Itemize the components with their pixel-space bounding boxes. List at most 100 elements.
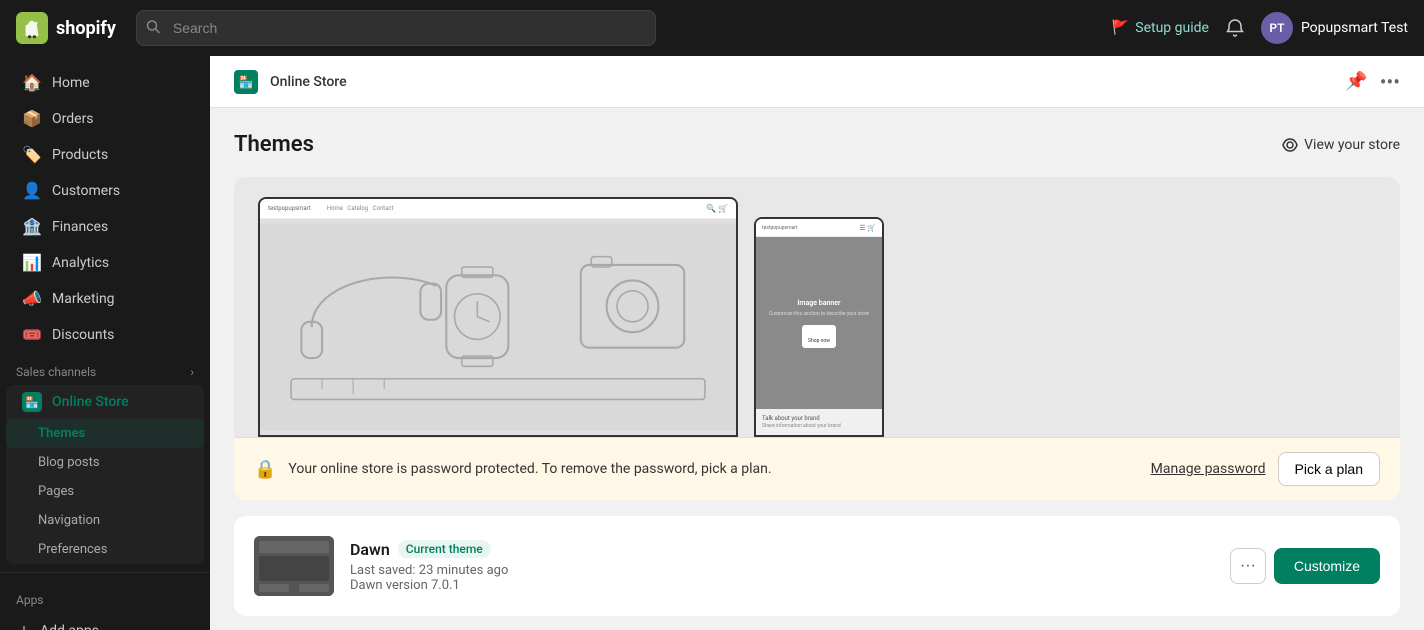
sidebar-item-preferences[interactable]: Preferences [6,535,204,564]
pick-plan-button[interactable]: Pick a plan [1278,452,1380,486]
online-store-nav-icon: 🏪 [234,70,258,94]
sidebar-item-label: Discounts [52,327,114,343]
sidebar-item-marketing[interactable]: 📣 Marketing [6,281,204,316]
theme-preview-card: testpopupsmart Home Catalog Contact 🔍 🛒 [234,177,1400,500]
preview-store-name: testpopupsmart [268,205,311,212]
manage-password-link[interactable]: Manage password [1151,461,1266,477]
logo[interactable]: shopify [16,12,116,44]
apps-section: Apps ＋ Add apps [0,572,210,630]
theme-version: Dawn version 7.0.1 [350,578,1214,593]
user-name: Popupsmart Test [1301,20,1408,36]
themes-label: Themes [38,426,85,441]
secondary-nav-actions: 📌 ••• [1345,70,1400,94]
mobile-shop-now-btn: Shop now [802,325,836,348]
analytics-icon: 📊 [22,253,42,272]
preferences-label: Preferences [38,542,107,557]
desktop-preview: testpopupsmart Home Catalog Contact 🔍 🛒 [258,197,738,437]
pin-icon[interactable]: 📌 [1345,71,1367,92]
secondary-navigation: 🏪 Online Store 📌 ••• [210,56,1424,108]
mobile-banner-title: Image banner [797,299,840,307]
setup-guide-button[interactable]: 🚩 Setup guide [1112,20,1209,36]
online-store-submenu: 🏪 Online Store Themes Blog posts Pages N… [6,385,204,564]
sidebar-item-products[interactable]: 🏷️ Products [6,137,204,172]
theme-actions: ··· Customize [1230,548,1380,584]
content-area: 🏪 Online Store 📌 ••• Themes View your st… [210,56,1424,630]
products-icon: 🏷️ [22,145,42,164]
sidebar-item-label: Marketing [52,291,115,307]
online-store-label: Online Store [52,394,129,410]
sidebar-item-discounts[interactable]: 🎟️ Discounts [6,317,204,352]
sidebar-item-label: Orders [52,111,94,127]
orders-icon: 📦 [22,109,42,128]
sidebar-item-finances[interactable]: 🏦 Finances [6,209,204,244]
view-store-link[interactable]: View your store [1282,137,1400,153]
sidebar-item-themes[interactable]: Themes [6,419,204,448]
password-protection-bar: 🔒 Your online store is password protecte… [234,437,1400,500]
sidebar-item-label: Home [52,75,90,91]
sidebar: 🏠 Home 📦 Orders 🏷️ Products 👤 Customers … [0,56,210,630]
customers-icon: 👤 [22,181,42,200]
secondary-nav-title: Online Store [270,74,347,90]
mobile-store-name: testpopupsmart [762,225,798,231]
top-nav-right: 🚩 Setup guide PT Popupsmart Test [1112,12,1408,44]
preview-illustration [260,219,736,435]
marketing-icon: 📣 [22,289,42,308]
theme-name: Dawn [350,540,390,559]
preview-desktop-topbar: testpopupsmart Home Catalog Contact 🔍 🛒 [260,199,736,219]
more-dots-icon: ··· [1240,557,1256,575]
search-input[interactable] [136,10,656,46]
current-theme-section: Dawn Current theme Last saved: 23 minute… [234,516,1400,616]
preview-search-cart-icons: 🔍 🛒 [706,204,728,213]
sidebar-item-orders[interactable]: 📦 Orders [6,101,204,136]
add-apps-button[interactable]: ＋ Add apps [0,611,210,630]
theme-last-saved: Last saved: 23 minutes ago [350,563,1214,578]
sidebar-item-label: Analytics [52,255,109,271]
navigation-label: Navigation [38,513,100,528]
mobile-banner-subtitle: Customize this section to describe your … [765,311,873,317]
customize-button[interactable]: Customize [1274,548,1380,584]
theme-thumbnail [254,536,334,596]
theme-preview-mini [254,536,334,596]
eye-icon [1282,137,1298,153]
preview-mobile-topbar: testpopupsmart ☰ 🛒 [756,219,882,237]
theme-info: Dawn Current theme Last saved: 23 minute… [350,540,1214,593]
theme-more-button[interactable]: ··· [1230,548,1266,584]
chevron-right-icon[interactable]: › [190,365,194,379]
mobile-image-banner: Image banner Customize this section to d… [756,237,882,409]
page-header: Themes View your store [234,132,1400,157]
pages-label: Pages [38,484,74,499]
sidebar-item-blog-posts[interactable]: Blog posts [6,448,204,477]
top-navigation: shopify 🚩 Setup guide PT Popupsmart Test [0,0,1424,56]
online-store-icon: 🏪 [22,392,42,412]
sidebar-item-label: Customers [52,183,120,199]
flag-icon: 🚩 [1112,20,1129,36]
sidebar-item-label: Products [52,147,108,163]
user-menu[interactable]: PT Popupsmart Test [1261,12,1408,44]
mobile-preview-content: Image banner Customize this section to d… [756,237,882,435]
theme-thumbnail-image [254,536,334,596]
sidebar-item-online-store[interactable]: 🏪 Online Store [6,385,204,419]
preview-nav: Home Catalog Contact [327,205,394,212]
search-bar[interactable] [136,10,656,46]
mobile-icons: ☰ 🛒 [859,224,876,232]
notifications-button[interactable] [1225,18,1245,38]
apps-section-label: Apps [0,581,210,611]
finances-icon: 🏦 [22,217,42,236]
theme-name-row: Dawn Current theme [350,540,1214,559]
sidebar-item-home[interactable]: 🏠 Home [6,65,204,100]
sidebar-item-label: Finances [52,219,108,235]
sidebar-item-analytics[interactable]: 📊 Analytics [6,245,204,280]
lock-icon: 🔒 [254,459,276,480]
blog-posts-label: Blog posts [38,455,100,470]
search-icon [146,19,160,38]
sidebar-item-pages[interactable]: Pages [6,477,204,506]
current-theme-badge: Current theme [398,540,491,558]
preview-desktop-content [260,219,736,435]
mobile-brand-section: Talk about your brand Share information … [756,409,882,435]
sidebar-item-navigation[interactable]: Navigation [6,506,204,535]
logo-text: shopify [56,18,116,39]
plus-icon: ＋ [16,619,32,630]
sidebar-item-customers[interactable]: 👤 Customers [6,173,204,208]
mobile-preview: testpopupsmart ☰ 🛒 Image banner Customiz… [754,217,884,437]
more-options-icon[interactable]: ••• [1380,70,1400,94]
